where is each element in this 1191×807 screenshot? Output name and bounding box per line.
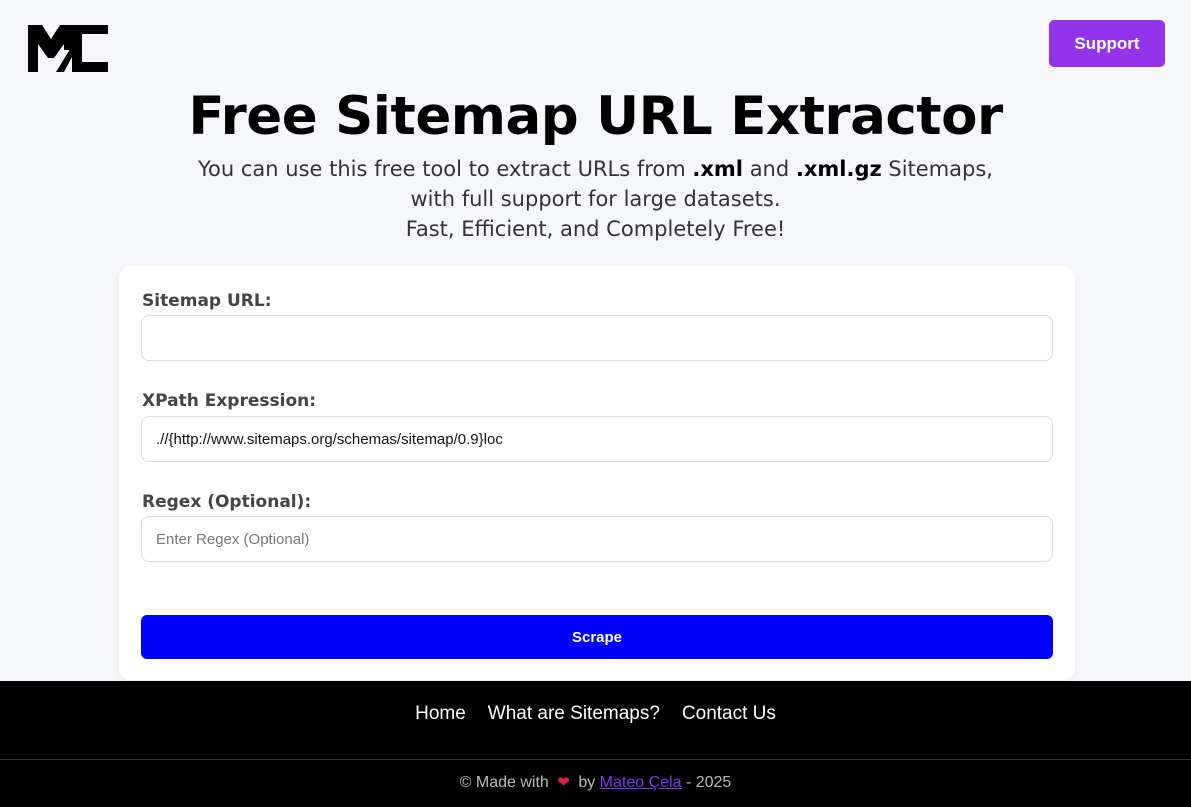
- copyright: © Made with ❤ by Mateo Çela - 2025: [0, 773, 1191, 792]
- page-subtitle: You can use this free tool to extract UR…: [0, 154, 1191, 244]
- support-button[interactable]: Support: [1049, 20, 1165, 67]
- sitemap-url-label: Sitemap URL:: [142, 291, 272, 311]
- sitemap-url-input[interactable]: [141, 315, 1053, 361]
- author-link[interactable]: Mateo Çela: [600, 774, 682, 791]
- subtitle-line1-pre: You can use this free tool to extract UR…: [198, 157, 693, 181]
- subtitle-line3: Fast, Efficient, and Completely Free!: [405, 217, 786, 241]
- ext-xml: .xml: [692, 157, 744, 181]
- xpath-label: XPath Expression:: [142, 391, 317, 411]
- footer-link-home[interactable]: Home: [415, 703, 466, 725]
- subtitle-line1-mid: and: [743, 157, 796, 181]
- footer-link-sitemaps[interactable]: What are Sitemaps?: [488, 703, 660, 725]
- heart-icon: ❤: [557, 774, 570, 791]
- xpath-input[interactable]: [141, 416, 1053, 462]
- scrape-button[interactable]: Scrape: [141, 615, 1053, 659]
- subtitle-line2: with full support for large datasets.: [410, 187, 781, 211]
- copyright-by: by: [578, 774, 596, 791]
- copyright-year: - 2025: [685, 774, 732, 791]
- ext-xml-gz: .xml.gz: [795, 157, 882, 181]
- copyright-pre: © Made with: [459, 774, 549, 791]
- footer-link-contact[interactable]: Contact Us: [682, 703, 776, 725]
- page-title: Free Sitemap URL Extractor: [188, 86, 1003, 147]
- regex-label: Regex (Optional):: [142, 492, 312, 512]
- subtitle-line1-post: Sitemaps,: [881, 157, 993, 181]
- regex-input[interactable]: [141, 516, 1053, 562]
- footer-nav: Home What are Sitemaps? Contact Us: [0, 703, 1191, 725]
- logo[interactable]: [28, 22, 108, 72]
- footer-divider: [0, 759, 1191, 760]
- footer: Home What are Sitemaps? Contact Us © Mad…: [0, 681, 1191, 807]
